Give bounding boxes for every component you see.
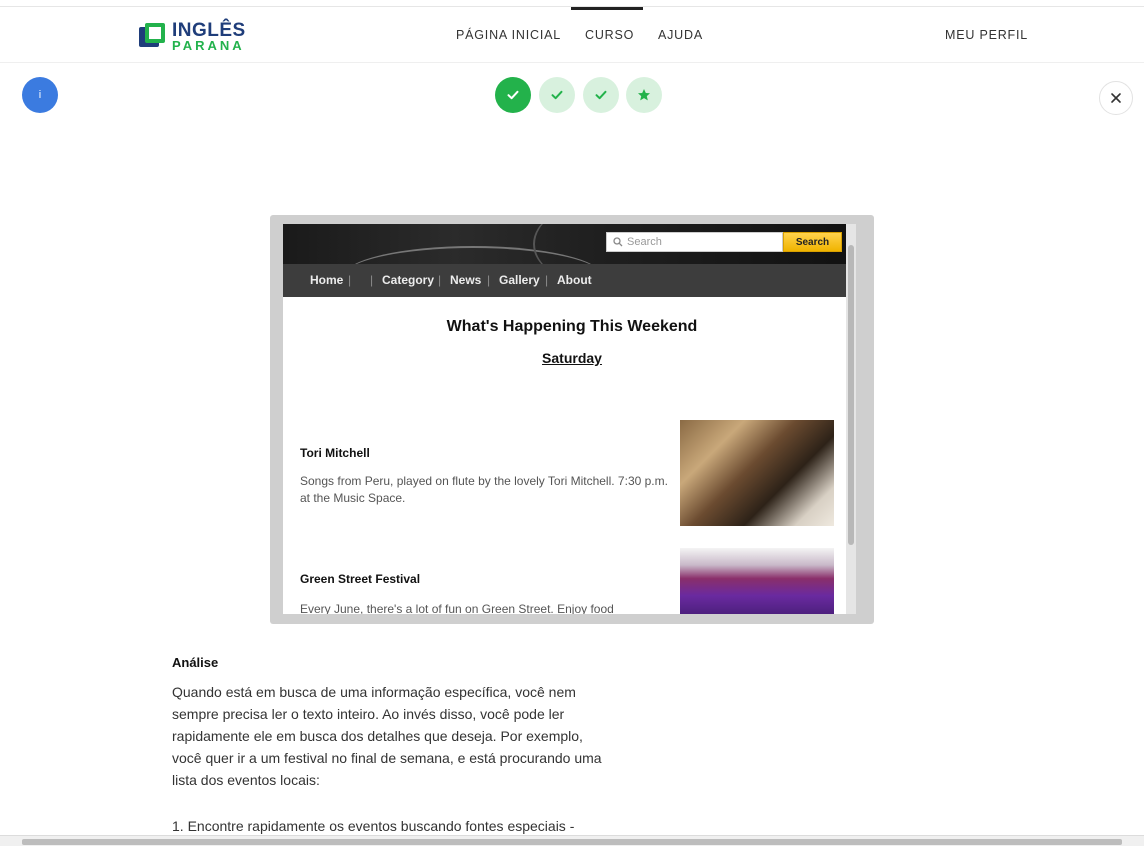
star-icon	[638, 89, 650, 101]
app-header: INGLÊS PARANA PÁGINA INICIAL CURSO AJUDA…	[0, 7, 1144, 63]
event-title: Green Street Festival	[300, 572, 421, 586]
search-icon	[613, 237, 623, 247]
nav-curso[interactable]: CURSO	[585, 28, 634, 42]
close-button[interactable]	[1099, 81, 1133, 115]
progress-step-1[interactable]	[495, 77, 531, 113]
search-placeholder: Search	[627, 236, 662, 248]
nav-pagina-inicial[interactable]: PÁGINA INICIAL	[456, 28, 561, 42]
check-icon	[551, 90, 563, 100]
analysis-list-item: 1. Encontre rapidamente os eventos busca…	[172, 818, 575, 834]
site-search-button[interactable]: Search	[783, 232, 842, 252]
analysis-paragraph: Quando está em busca de uma informação e…	[172, 684, 602, 788]
site-nav-category[interactable]: Category	[382, 273, 434, 287]
info-icon: i	[38, 89, 42, 101]
website-preview-frame: Search Search Home | | Category | News |…	[270, 215, 874, 624]
info-button[interactable]: i	[22, 77, 58, 113]
page-horizontal-scrollbar-thumb[interactable]	[22, 839, 1122, 845]
event-description: Songs from Peru, played on flute by the …	[300, 474, 668, 505]
site-search-input[interactable]: Search	[606, 232, 783, 252]
event-photo-concert	[680, 420, 834, 526]
site-nav: Home | | Category | News | Gallery | Abo…	[283, 264, 856, 297]
progress-step-2[interactable]	[539, 77, 575, 113]
site-banner: Search Search	[283, 224, 856, 264]
logo-text-line2: PARANA	[172, 37, 245, 53]
site-nav-about[interactable]: About	[557, 273, 592, 287]
nav-meu-perfil[interactable]: MEU PERFIL	[945, 28, 1028, 42]
event-photo-festival	[680, 548, 834, 614]
site-nav-home[interactable]: Home	[310, 273, 343, 287]
website-preview[interactable]: Search Search Home | | Category | News |…	[283, 224, 856, 614]
site-page-title: What's Happening This Weekend	[446, 318, 698, 335]
progress-step-3[interactable]	[583, 77, 619, 113]
event-title: Tori Mitchell	[300, 446, 370, 460]
site-nav-news[interactable]: News	[450, 273, 481, 287]
nav-active-indicator	[571, 7, 643, 10]
logo-text-line1: INGLÊS	[172, 19, 246, 41]
site-nav-gallery[interactable]: Gallery	[499, 273, 540, 287]
site-page-subtitle: Saturday	[542, 350, 602, 366]
check-icon	[507, 90, 519, 100]
check-icon	[595, 90, 607, 100]
analysis-heading: Análise	[172, 655, 219, 670]
nav-ajuda[interactable]: AJUDA	[658, 28, 703, 42]
close-icon	[1111, 93, 1121, 103]
event-description: Every June, there's a lot of fun on Gree…	[300, 602, 614, 614]
progress-step-4[interactable]	[626, 77, 662, 113]
preview-scrollbar-thumb[interactable]	[848, 245, 854, 545]
logo[interactable]: INGLÊS PARANA	[139, 19, 246, 53]
logo-icon	[139, 23, 167, 49]
